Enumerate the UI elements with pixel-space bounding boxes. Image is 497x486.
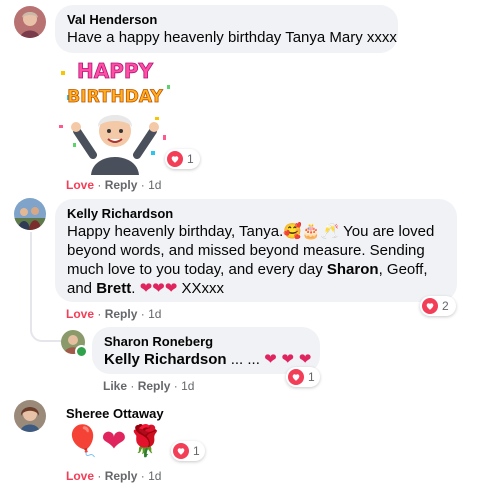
comment-actions: Love · Reply · 1d — [66, 178, 161, 192]
reply-text: Kelly Richardson ... ... ❤ ❤ ❤ — [104, 350, 312, 369]
timestamp[interactable]: 1d — [148, 178, 161, 192]
comment-author[interactable]: Kelly Richardson — [67, 206, 445, 222]
emoji-group: 🥰🎂🥂 — [283, 222, 340, 240]
love-reaction-icon — [422, 298, 438, 314]
text-segment: . — [131, 280, 140, 297]
love-button[interactable]: Love — [66, 307, 94, 321]
love-button[interactable]: Love — [66, 469, 94, 483]
comment-text: Happy heavenly birthday, Tanya.🥰🎂🥂 You a… — [67, 222, 447, 298]
comment-author[interactable]: Sheree Ottaway — [66, 406, 164, 422]
comment-actions: Love · Reply · 1d — [66, 307, 161, 321]
reaction-count[interactable]: 1 — [165, 149, 200, 169]
comment-bubble: Kelly Richardson Happy heavenly birthday… — [55, 199, 457, 302]
love-reaction-icon — [173, 443, 189, 459]
mention-brett[interactable]: Brett — [96, 280, 131, 297]
reaction-count-number: 1 — [193, 444, 200, 458]
reaction-count[interactable]: 2 — [420, 296, 456, 316]
hearts-emoji: ❤❤❤ — [139, 279, 178, 297]
avatar[interactable] — [14, 6, 46, 38]
reply-button[interactable]: Reply — [105, 307, 138, 321]
reply-button[interactable]: Reply — [138, 379, 171, 393]
comment-author[interactable]: Val Henderson — [67, 12, 386, 28]
separator: · — [97, 178, 105, 192]
sticker-text-line2: BIRTHDAY — [67, 87, 163, 107]
timestamp[interactable]: 1d — [148, 307, 161, 321]
comment-text: Have a happy heavenly birthday Tanya Mar… — [67, 29, 397, 46]
love-reaction-icon — [167, 151, 183, 167]
birthday-sticker[interactable]: HAPPY BIRTHDAY — [55, 55, 175, 175]
text-segment: ... ... — [226, 351, 265, 368]
avatar[interactable] — [14, 198, 46, 230]
sticker-image: HAPPY BIRTHDAY — [55, 55, 175, 175]
reaction-count[interactable]: 1 — [286, 367, 320, 387]
comment-actions: Love · Reply · 1d — [66, 469, 161, 483]
separator: · — [140, 469, 149, 483]
separator: · — [97, 307, 105, 321]
text-segment: Happy heavenly birthday, Tanya. — [67, 223, 284, 240]
reply-author[interactable]: Sharon Roneberg — [104, 334, 308, 350]
love-button[interactable]: Love — [66, 178, 94, 192]
reaction-count-number: 2 — [442, 299, 449, 313]
timestamp[interactable]: 1d — [181, 379, 194, 393]
timestamp[interactable]: 1d — [148, 469, 161, 483]
reply-actions: Like · Reply · 1d — [103, 379, 194, 393]
like-button[interactable]: Like — [103, 379, 127, 393]
sticker-text-line1: HAPPY — [77, 59, 154, 83]
separator: · — [130, 379, 138, 393]
emoji-message: 🎈❤🌹 — [64, 424, 164, 459]
hearts-emoji: ❤ ❤ ❤ — [264, 350, 312, 368]
mention-kelly[interactable]: Kelly Richardson — [104, 351, 227, 368]
mention-sharon[interactable]: Sharon — [327, 261, 379, 278]
separator: · — [140, 178, 149, 192]
reaction-count[interactable]: 1 — [171, 441, 205, 461]
love-reaction-icon — [288, 369, 304, 385]
avatar[interactable] — [14, 400, 46, 432]
reply-button[interactable]: Reply — [105, 178, 138, 192]
online-status-indicator — [75, 345, 88, 358]
separator: · — [173, 379, 182, 393]
separator: · — [140, 307, 149, 321]
comment-bubble: Val Henderson Have a happy heavenly birt… — [55, 5, 398, 53]
reply-bubble: Sharon Roneberg Kelly Richardson ... ...… — [92, 327, 320, 374]
reply-button[interactable]: Reply — [105, 469, 138, 483]
reaction-count-number: 1 — [308, 370, 315, 384]
text-segment: XXxxx — [177, 280, 224, 297]
reaction-count-number: 1 — [187, 152, 194, 166]
separator: · — [97, 469, 105, 483]
